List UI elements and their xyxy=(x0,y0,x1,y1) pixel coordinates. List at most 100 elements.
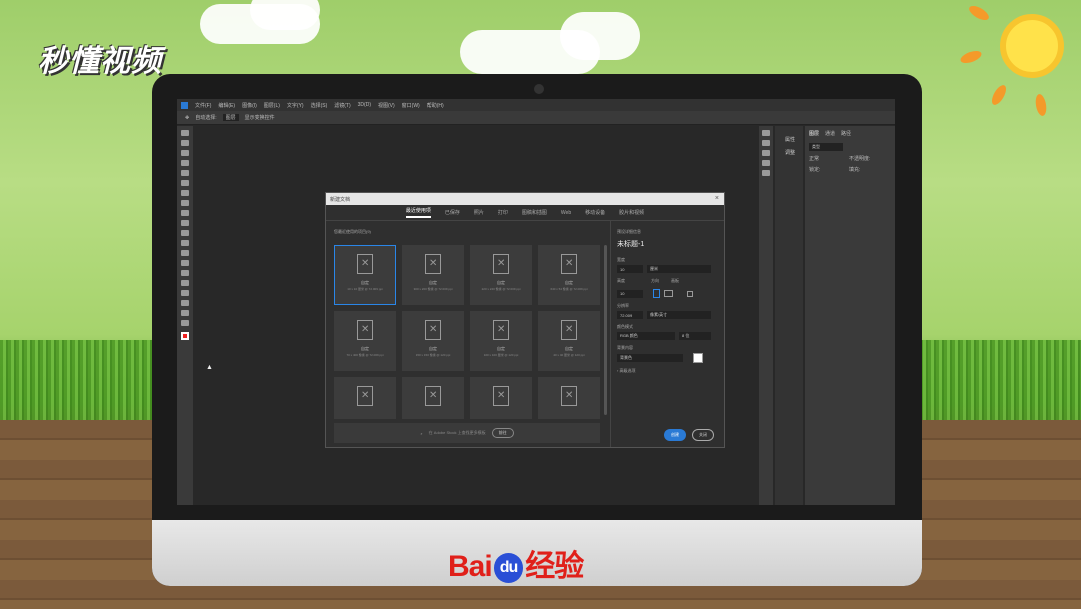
tab-web[interactable]: Web xyxy=(561,210,571,216)
menu-item[interactable]: 帮助(H) xyxy=(427,102,444,109)
tab-film[interactable]: 胶片和视频 xyxy=(619,209,644,216)
height-field[interactable]: 10 xyxy=(617,289,643,298)
close-icon[interactable]: × xyxy=(715,195,719,202)
menu-bar: 文件(F) 编辑(E) 图像(I) 图层(L) 文字(Y) 选择(S) 滤镜(T… xyxy=(177,99,895,111)
crop-tool-icon[interactable] xyxy=(181,170,189,176)
layer-select[interactable]: 图层 xyxy=(222,114,239,121)
width-field[interactable]: 10 xyxy=(617,265,643,273)
background-select[interactable]: 背景色 xyxy=(617,354,683,362)
zoom-tool-icon[interactable] xyxy=(181,320,189,326)
lasso-tool-icon[interactable] xyxy=(181,150,189,156)
search-input[interactable]: 在 Adobe Stock 上查找更多模板 xyxy=(429,430,486,436)
stamp-tool-icon[interactable] xyxy=(181,210,189,216)
adjustments-tab[interactable]: 调整 xyxy=(775,149,803,156)
blend-mode-select[interactable]: 正常 xyxy=(809,155,845,162)
preset-card[interactable]: 自定 220 x 220 像素 @ 72.009 ppi xyxy=(470,245,532,305)
unit-select[interactable]: 厘米 xyxy=(647,265,711,273)
history-brush-icon[interactable] xyxy=(181,220,189,226)
menu-item[interactable]: 文件(F) xyxy=(195,102,211,109)
document-name[interactable]: 未标题-1 xyxy=(617,239,718,249)
menu-item[interactable]: 视图(V) xyxy=(378,102,395,109)
kind-filter[interactable]: 类型 xyxy=(809,143,843,151)
magic-wand-tool-icon[interactable] xyxy=(181,160,189,166)
tab-art[interactable]: 图稿和插图 xyxy=(522,209,547,216)
preset-card[interactable]: 自定 300 x 200 像素 @ 72.009 ppi xyxy=(402,245,464,305)
dodge-tool-icon[interactable] xyxy=(181,260,189,266)
stock-search[interactable]: ⌕ 在 Adobe Stock 上查找更多模板 前往 xyxy=(334,423,600,443)
path-select-icon[interactable] xyxy=(181,290,189,296)
height-label: 高度 xyxy=(617,278,625,283)
move-tool-icon[interactable] xyxy=(181,130,189,136)
advanced-options[interactable]: › 高级选项 xyxy=(617,368,718,374)
preset-card[interactable]: 自定 40 x 40 厘米 @ 120 ppi xyxy=(538,311,600,371)
brush-tool-icon[interactable] xyxy=(181,200,189,206)
move-tool-icon[interactable]: ✥ xyxy=(185,115,189,121)
menu-item[interactable]: 编辑(E) xyxy=(218,102,235,109)
background-swatch[interactable] xyxy=(693,353,703,363)
menu-item[interactable]: 选择(S) xyxy=(311,102,328,109)
marquee-tool-icon[interactable] xyxy=(181,140,189,146)
tools-panel xyxy=(177,126,193,505)
show-transform-label[interactable]: 显示变换控件 xyxy=(245,114,275,121)
character-icon[interactable] xyxy=(762,160,770,166)
properties-tab[interactable]: 属性 xyxy=(775,136,803,143)
tab-saved[interactable]: 已保存 xyxy=(445,209,460,216)
paragraph-icon[interactable] xyxy=(762,170,770,176)
menu-item[interactable]: 文字(Y) xyxy=(287,102,304,109)
close-button[interactable]: 关闭 xyxy=(692,429,714,441)
auto-select-label[interactable]: 自动选择: xyxy=(195,114,216,121)
healing-tool-icon[interactable] xyxy=(181,190,189,196)
preset-card[interactable]: 自定 10 x 10 厘米 @ 72.009 ppi xyxy=(334,245,396,305)
history-icon[interactable] xyxy=(762,130,770,136)
menu-item[interactable]: 滤镜(T) xyxy=(334,102,350,109)
preset-card[interactable]: 自定 640 x 54 像素 @ 72.009 ppi xyxy=(538,245,600,305)
blur-tool-icon[interactable] xyxy=(181,250,189,256)
tab-photo[interactable]: 照片 xyxy=(474,209,484,216)
color-swatch-icon[interactable] xyxy=(181,332,189,340)
portrait-icon[interactable] xyxy=(653,289,660,298)
create-button[interactable]: 创建 xyxy=(664,429,686,441)
baidu-text: Bai xyxy=(448,550,493,583)
sun-ray xyxy=(989,82,1009,108)
hand-tool-icon[interactable] xyxy=(181,310,189,316)
tab-layers[interactable]: 图层 xyxy=(809,130,819,137)
tab-channels[interactable]: 通道 xyxy=(825,130,835,137)
tab-paths[interactable]: 路径 xyxy=(841,130,851,137)
menu-item[interactable]: 图层(L) xyxy=(264,102,280,109)
preset-desc: 220 x 220 像素 @ 72.009 ppi xyxy=(481,287,521,291)
tab-recent[interactable]: 最近使用项 xyxy=(405,207,431,218)
pen-tool-icon[interactable] xyxy=(181,270,189,276)
swatches-icon[interactable] xyxy=(762,150,770,156)
menu-item[interactable]: 窗口(W) xyxy=(402,102,420,109)
bit-depth-select[interactable]: 8 位 xyxy=(679,332,711,340)
brush-settings-icon[interactable] xyxy=(762,140,770,146)
preset-card[interactable] xyxy=(470,377,532,419)
shape-tool-icon[interactable] xyxy=(181,300,189,306)
eraser-tool-icon[interactable] xyxy=(181,230,189,236)
preset-card[interactable] xyxy=(334,377,396,419)
eyedropper-tool-icon[interactable] xyxy=(181,180,189,186)
landscape-icon[interactable] xyxy=(664,290,673,297)
preset-card[interactable]: 自定 150 x 150 像素 @ 120 ppi xyxy=(402,311,464,371)
sun-icon xyxy=(1000,14,1064,78)
preset-card[interactable] xyxy=(538,377,600,419)
recent-label: 您最近使用的项目(9) xyxy=(334,229,371,234)
type-tool-icon[interactable] xyxy=(181,280,189,286)
tab-print[interactable]: 打印 xyxy=(498,209,508,216)
menu-item[interactable]: 3D(D) xyxy=(358,102,371,108)
artboard-checkbox[interactable] xyxy=(687,290,693,297)
gradient-tool-icon[interactable] xyxy=(181,240,189,246)
resolution-field[interactable]: 72.009 xyxy=(617,311,643,319)
orientation-label: 方向 xyxy=(651,278,659,283)
menu-item[interactable]: 图像(I) xyxy=(242,102,257,109)
preset-card[interactable] xyxy=(402,377,464,419)
opacity-label: 不透明度: xyxy=(849,156,871,162)
scrollbar[interactable] xyxy=(604,245,607,415)
preset-card[interactable]: 自定 100 x 100 厘米 @ 120 ppi xyxy=(470,311,532,371)
preset-card[interactable]: 自定 70 x 400 像素 @ 72.009 ppi xyxy=(334,311,396,371)
preset-desc: 150 x 150 像素 @ 120 ppi xyxy=(415,353,451,357)
resolution-unit-select[interactable]: 像素/英寸 xyxy=(647,311,711,319)
color-mode-select[interactable]: RGB 颜色 xyxy=(617,332,675,340)
tab-mobile[interactable]: 移动设备 xyxy=(585,209,605,216)
goto-button[interactable]: 前往 xyxy=(491,428,514,438)
